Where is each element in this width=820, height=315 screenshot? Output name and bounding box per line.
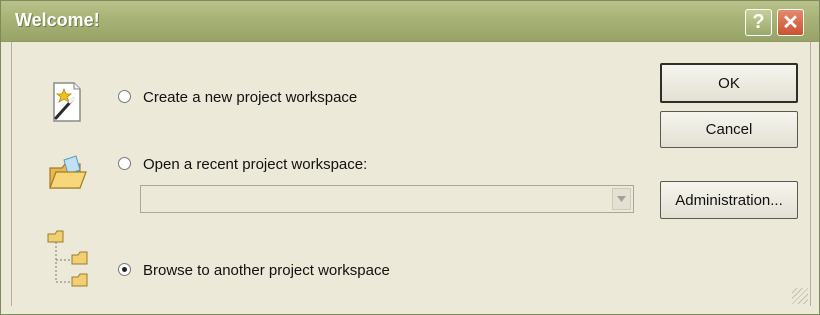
browse-radio[interactable] <box>118 263 131 276</box>
resize-grip[interactable] <box>792 288 808 304</box>
title-bar[interactable]: Welcome! ? ✕ <box>1 1 819 42</box>
open-folder-icon <box>49 155 87 189</box>
chevron-down-icon <box>617 196 626 202</box>
administration-button-label: Administration... <box>675 191 783 209</box>
wizard-icon <box>53 82 81 122</box>
welcome-dialog: Welcome! ? ✕ Create a new project worksp… <box>0 0 820 315</box>
open-recent-label[interactable]: Open a recent project workspace: <box>143 156 367 173</box>
cancel-button-label: Cancel <box>705 121 753 138</box>
help-icon: ? <box>752 11 765 33</box>
folder-tree-icon <box>47 230 88 287</box>
ok-button[interactable]: OK <box>660 63 798 103</box>
administration-button[interactable]: Administration... <box>660 181 798 219</box>
dialog-body: Create a new project workspace Open a re… <box>11 42 811 306</box>
close-icon: ✕ <box>782 12 799 34</box>
close-button[interactable]: ✕ <box>777 9 804 36</box>
help-button[interactable]: ? <box>745 9 772 36</box>
dropdown-arrow-button[interactable] <box>612 188 631 210</box>
browse-label[interactable]: Browse to another project workspace <box>143 262 390 279</box>
ok-button-label: OK <box>718 74 740 92</box>
create-new-label[interactable]: Create a new project workspace <box>143 89 357 106</box>
recent-workspace-dropdown[interactable] <box>140 185 634 213</box>
create-new-radio[interactable] <box>118 90 131 103</box>
window-title: Welcome! <box>15 10 100 30</box>
open-recent-radio[interactable] <box>118 157 131 170</box>
cancel-button[interactable]: Cancel <box>660 111 798 148</box>
